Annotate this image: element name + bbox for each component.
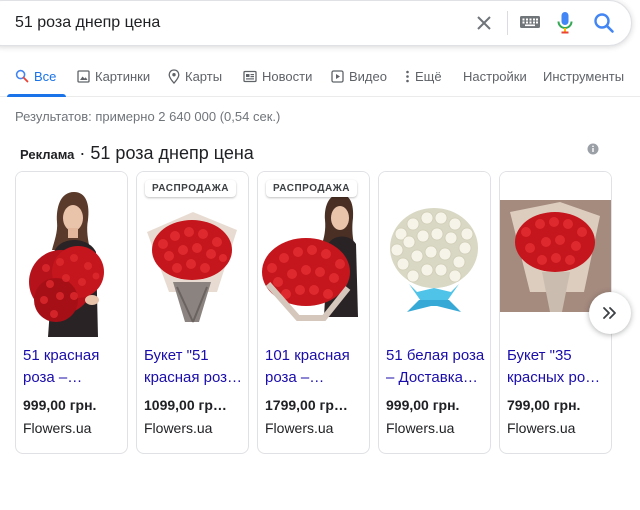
product-card[interactable]: РАСПРОДАЖА Букет "51 красная роз… 1099,0… bbox=[136, 171, 249, 454]
result-stats: Результатов: примерно 2 640 000 (0,54 се… bbox=[15, 109, 281, 124]
video-play-icon bbox=[331, 69, 344, 83]
ads-header: Реклама · 51 роза днепр цена bbox=[20, 143, 254, 164]
tab-label: Все bbox=[34, 68, 57, 84]
product-title-line: красных ро… bbox=[507, 369, 601, 386]
product-price: 999,00 грн. bbox=[23, 397, 97, 413]
product-card[interactable]: 51 белая роза – Доставка… 999,00 грн. Fl… bbox=[378, 171, 491, 454]
tab-news[interactable]: Новости bbox=[243, 56, 312, 96]
search-bar[interactable]: 51 роза днепр цена bbox=[0, 0, 632, 46]
tab-label: Настройки bbox=[463, 68, 527, 84]
info-icon[interactable] bbox=[587, 143, 599, 155]
sale-badge: РАСПРОДАЖА bbox=[145, 180, 236, 197]
product-title[interactable]: Букет "51 красная роз… bbox=[144, 345, 244, 389]
product-price: 999,00 грн. bbox=[386, 397, 460, 413]
product-card[interactable]: 51 красная роза –… 999,00 грн. Flowers.u… bbox=[15, 171, 128, 454]
microphone-icon[interactable] bbox=[555, 10, 575, 36]
product-store: Flowers.ua bbox=[265, 420, 334, 436]
map-pin-icon bbox=[168, 68, 180, 84]
search-input[interactable]: 51 роза днепр цена bbox=[15, 14, 160, 32]
tab-maps[interactable]: Карты bbox=[168, 56, 222, 96]
tab-all[interactable]: Все bbox=[7, 56, 67, 97]
product-title-line: роза –… bbox=[23, 369, 83, 386]
product-title[interactable]: 51 красная роза –… bbox=[23, 345, 123, 389]
clear-icon[interactable] bbox=[471, 10, 497, 36]
ad-separator: · bbox=[74, 143, 91, 163]
product-title-line: Букет "35 bbox=[507, 347, 572, 364]
search-icon[interactable] bbox=[591, 10, 617, 36]
product-title-line: 51 белая роза bbox=[386, 347, 485, 364]
product-title-line: Букет "51 bbox=[144, 347, 209, 364]
product-title[interactable]: Букет "35 красных ро… bbox=[507, 345, 607, 389]
product-store: Flowers.ua bbox=[507, 420, 576, 436]
product-store: Flowers.ua bbox=[144, 420, 213, 436]
product-title-line: – Доставка… bbox=[386, 369, 478, 386]
product-title-line: роза –… bbox=[265, 369, 325, 386]
product-store: Flowers.ua bbox=[23, 420, 92, 436]
tab-settings[interactable]: Настройки bbox=[463, 56, 527, 96]
product-title-line: 51 красная bbox=[23, 347, 100, 364]
ads-title: 51 роза днепр цена bbox=[90, 143, 254, 163]
image-icon bbox=[77, 69, 90, 83]
product-card[interactable]: РАСПРОДАЖА 101 красная роза –… 1799,00 г… bbox=[257, 171, 370, 454]
product-price: 1099,00 гр… bbox=[144, 397, 227, 413]
product-image bbox=[16, 172, 127, 337]
chevron-double-right-icon bbox=[603, 307, 616, 319]
tab-images[interactable]: Картинки bbox=[77, 56, 150, 96]
carousel-next-button[interactable] bbox=[589, 292, 631, 334]
search-icon bbox=[15, 69, 29, 83]
tab-label: Картинки bbox=[95, 68, 151, 84]
product-store: Flowers.ua bbox=[386, 420, 455, 436]
tab-more[interactable]: Ещё bbox=[405, 56, 442, 96]
tab-label: Видео bbox=[349, 68, 387, 84]
product-price: 1799,00 гр… bbox=[265, 397, 348, 413]
divider bbox=[507, 11, 508, 35]
product-price: 799,00 грн. bbox=[507, 397, 581, 413]
tab-video[interactable]: Видео bbox=[331, 56, 387, 96]
product-title-line: 101 красная bbox=[265, 347, 350, 364]
tab-tools[interactable]: Инструменты bbox=[543, 56, 624, 96]
active-tab-indicator bbox=[7, 94, 67, 97]
tab-label: Карты bbox=[185, 68, 223, 84]
tab-label: Инструменты bbox=[543, 68, 625, 84]
product-title-line: красная роз… bbox=[144, 369, 243, 386]
product-title[interactable]: 101 красная роза –… bbox=[265, 345, 365, 389]
news-icon bbox=[243, 70, 257, 82]
product-title[interactable]: 51 белая роза – Доставка… bbox=[386, 345, 486, 389]
ad-label: Реклама bbox=[20, 147, 75, 162]
sale-badge: РАСПРОДАЖА bbox=[266, 180, 357, 197]
tab-label: Ещё bbox=[415, 68, 442, 84]
search-tabs: Все Картинки Карты Новости Видео Ещё Нас… bbox=[0, 56, 640, 97]
keyboard-icon[interactable] bbox=[519, 13, 541, 31]
tab-label: Новости bbox=[262, 68, 313, 84]
more-vert-icon bbox=[406, 70, 409, 82]
product-image bbox=[379, 172, 490, 337]
